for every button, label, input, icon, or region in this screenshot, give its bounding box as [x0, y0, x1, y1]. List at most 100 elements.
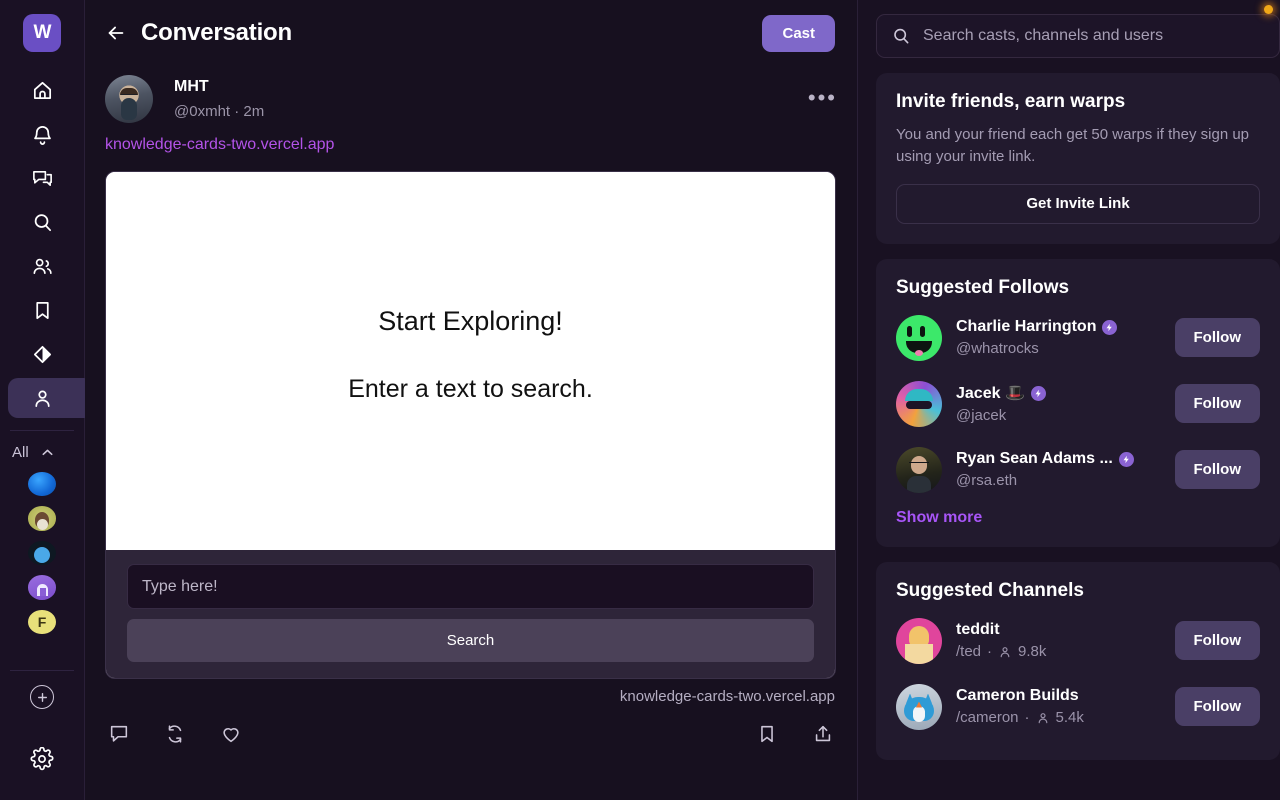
- user-handle: @whatrocks: [956, 340, 1039, 357]
- channel-avatar[interactable]: [28, 575, 56, 600]
- channel-avatar[interactable]: [28, 540, 56, 566]
- user-info: Jacek 🎩 @jacek: [956, 383, 1175, 424]
- home-icon: [33, 81, 51, 99]
- follow-button[interactable]: Follow: [1174, 621, 1260, 660]
- avatar[interactable]: [896, 446, 942, 493]
- sidebar-item-profile[interactable]: [0, 376, 94, 420]
- cast-link[interactable]: knowledge-cards-two.vercel.app: [105, 136, 837, 154]
- channel-filter-all[interactable]: All: [10, 444, 74, 461]
- embed-heading: Start Exploring!: [378, 306, 563, 336]
- sidebar-item-home[interactable]: [0, 68, 84, 112]
- user-name-text: Jacek 🎩: [956, 385, 1025, 402]
- show-more-link[interactable]: Show more: [896, 509, 1260, 527]
- list-item[interactable]: teddit /ted · 9.8k Follow: [896, 608, 1260, 674]
- list-item[interactable]: Cameron Builds /cameron · 5.4k Follow: [896, 674, 1260, 740]
- diamond-icon: [33, 345, 51, 363]
- sidebar-item-channels[interactable]: [0, 244, 84, 288]
- avatar[interactable]: [896, 380, 942, 427]
- channel-info: teddit /ted · 9.8k: [956, 621, 1175, 660]
- sidebar-item-notifications[interactable]: [0, 112, 84, 156]
- embed-search-input[interactable]: [127, 564, 814, 609]
- bookmark-icon[interactable]: [756, 723, 778, 745]
- heart-icon[interactable]: [220, 723, 242, 745]
- search-input[interactable]: [923, 27, 1265, 45]
- cast-action-bar: [85, 705, 857, 745]
- rail-divider-bottom: [10, 670, 74, 671]
- channel-meta: /ted · 9.8k: [956, 643, 1175, 660]
- person-icon: [1038, 712, 1047, 723]
- embed-form: Search: [106, 550, 835, 678]
- share-icon[interactable]: [812, 723, 834, 745]
- arrow-left-icon[interactable]: [105, 22, 127, 44]
- handle-separator: ·: [234, 102, 240, 120]
- comment-icon[interactable]: [108, 723, 130, 745]
- verified-badge-icon: [1118, 451, 1134, 467]
- avatar[interactable]: [896, 617, 942, 664]
- people-icon: [33, 258, 52, 274]
- user-name-text: Ryan Sean Adams ...: [956, 450, 1113, 467]
- channel-avatar[interactable]: [28, 506, 56, 531]
- follow-button[interactable]: Follow: [1174, 687, 1260, 726]
- bell-icon: [33, 125, 51, 145]
- sidebar-item-warps[interactable]: [0, 332, 84, 376]
- pinned-channel-list: F: [28, 467, 56, 639]
- chat-icon: [32, 170, 52, 186]
- sidebar-item-bookmarks[interactable]: [0, 288, 84, 332]
- list-item[interactable]: Jacek 🎩 @jacek Follow: [896, 371, 1260, 437]
- avatar[interactable]: [896, 314, 942, 361]
- invite-title: Invite friends, earn warps: [896, 91, 1126, 112]
- search-icon: [894, 28, 909, 44]
- follow-button[interactable]: Follow: [1174, 384, 1260, 423]
- suggested-follows-card: Suggested Follows Charlie Harrington @wh…: [876, 258, 1280, 547]
- bookmark-icon: [35, 301, 49, 319]
- author-name[interactable]: MHT: [174, 77, 264, 98]
- settings-button[interactable]: [30, 746, 54, 776]
- list-item[interactable]: Ryan Sean Adams ... @rsa.eth Follow: [896, 437, 1260, 503]
- page-title: Conversation: [141, 19, 292, 46]
- user-handle: @rsa.eth: [956, 472, 1018, 489]
- user-handle: @jacek: [956, 407, 1007, 424]
- app-logo[interactable]: W: [23, 14, 61, 52]
- channel-slug: /ted: [956, 643, 982, 660]
- ellipsis-icon[interactable]: •••: [808, 75, 837, 109]
- global-search[interactable]: [876, 14, 1280, 58]
- cast-button[interactable]: Cast: [762, 14, 835, 52]
- user-name-text: Charlie Harrington: [956, 318, 1097, 335]
- embed-domain-label: knowledge-cards-two.vercel.app: [619, 688, 835, 705]
- avatar[interactable]: [105, 75, 153, 123]
- author-handle: @0xmht · 2m: [174, 103, 264, 120]
- avatar[interactable]: [896, 683, 942, 730]
- user-name: Ryan Sean Adams ...: [956, 450, 1175, 468]
- cast-action-right: [722, 723, 834, 745]
- embed-content: Start Exploring! Enter a text to search.: [106, 172, 835, 550]
- invite-card: Invite friends, earn warps You and your …: [876, 73, 1280, 244]
- person-icon: [34, 390, 50, 407]
- cast-timestamp: 2m: [243, 102, 265, 120]
- suggested-channels-card: Suggested Channels teddit /ted · 9.8k Fo…: [876, 561, 1280, 760]
- author-meta: MHT @0xmht · 2m: [174, 75, 264, 120]
- get-invite-link-button[interactable]: Get Invite Link: [896, 183, 1260, 224]
- list-item[interactable]: Charlie Harrington @whatrocks Follow: [896, 305, 1260, 371]
- cast-author: MHT @0xmht · 2m •••: [105, 66, 837, 123]
- add-channel-button[interactable]: [30, 685, 54, 709]
- channel-avatar[interactable]: F: [28, 609, 56, 635]
- sidebar-item-messages[interactable]: [0, 156, 84, 200]
- rail-nav-list: [0, 68, 94, 420]
- follow-button[interactable]: Follow: [1174, 318, 1260, 357]
- channel-meta: /cameron · 5.4k: [956, 709, 1175, 726]
- follow-button[interactable]: Follow: [1174, 450, 1260, 489]
- channel-member-count: 5.4k: [1055, 709, 1084, 726]
- search-icon: [34, 213, 51, 231]
- user-name: Jacek 🎩: [956, 383, 1175, 403]
- suggested-follows-title: Suggested Follows: [896, 276, 1070, 298]
- embed-search-button[interactable]: Search: [127, 619, 814, 662]
- sidebar-item-search[interactable]: [0, 200, 84, 244]
- channel-avatar[interactable]: [28, 472, 56, 497]
- recast-icon[interactable]: [164, 723, 186, 745]
- gear-icon: [30, 746, 54, 771]
- channel-info: Cameron Builds /cameron · 5.4k: [956, 687, 1175, 726]
- verified-badge-icon: [1102, 319, 1118, 335]
- channel-name: Cameron Builds: [956, 687, 1079, 704]
- user-name: Charlie Harrington: [956, 318, 1175, 336]
- channel-slug: /cameron: [956, 709, 1019, 726]
